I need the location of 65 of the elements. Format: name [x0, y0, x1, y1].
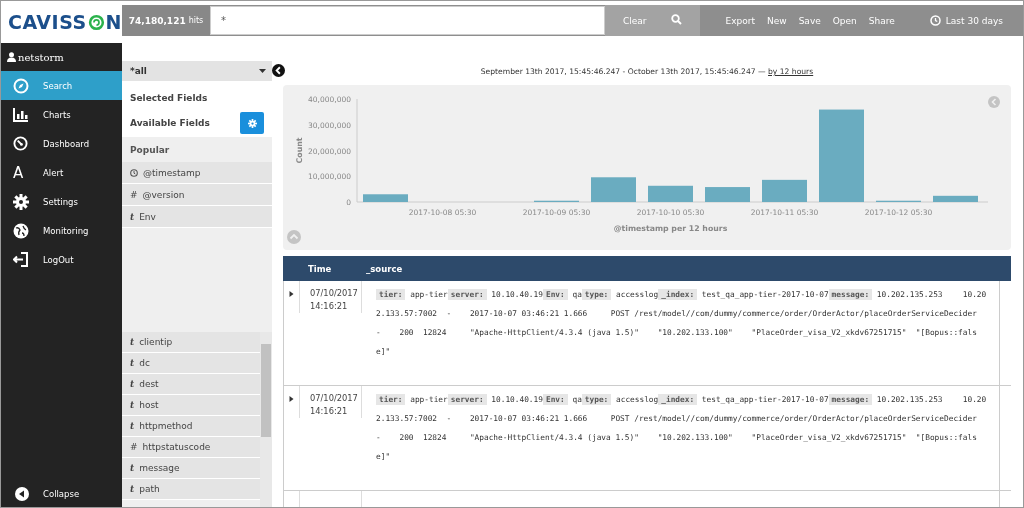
- user-name: netstorm: [18, 51, 64, 63]
- collapse-left-icon[interactable]: [272, 64, 285, 77]
- nav-item[interactable]: Dashboard: [1, 129, 122, 158]
- letter-a-icon: A: [13, 164, 24, 181]
- string-type-icon: t: [130, 211, 135, 222]
- nav-item[interactable]: Charts: [1, 100, 122, 129]
- bar: [762, 179, 807, 202]
- search-icon: [670, 14, 682, 25]
- number-type-icon: #: [130, 442, 138, 452]
- string-type-icon: t: [130, 484, 135, 494]
- index-pattern-dropdown[interactable]: *all: [122, 61, 272, 81]
- field-item[interactable]: t Env: [122, 206, 272, 228]
- nav-item[interactable]: A Alert: [1, 158, 122, 187]
- clock-icon: [929, 15, 941, 26]
- caret-right-icon[interactable]: [289, 396, 294, 402]
- caret-icon: [259, 69, 266, 73]
- caret-right-icon[interactable]: [289, 291, 294, 297]
- column-header: Time: [307, 263, 333, 274]
- nav-item[interactable]: Settings: [1, 187, 122, 216]
- gauge-icon: [13, 136, 28, 151]
- nav-item[interactable]: LogOut: [1, 245, 122, 274]
- settings-icon: [13, 193, 29, 210]
- string-type-icon: t: [130, 463, 135, 473]
- nav-item[interactable]: Monitoring: [1, 216, 122, 245]
- globe-icon: [13, 222, 29, 239]
- scrollbar[interactable]: [260, 332, 272, 507]
- field-item[interactable]: t httpmethod: [122, 416, 260, 437]
- time-cell: 07/10/2017 14:16:21: [299, 281, 362, 313]
- bar-chart-icon: [13, 107, 28, 122]
- hit-count: 74,180,121 hits: [122, 5, 210, 36]
- settings-icon: [247, 118, 257, 128]
- string-type-icon: t: [130, 337, 135, 347]
- string-type-icon: t: [130, 400, 135, 410]
- string-type-icon: t: [130, 379, 135, 389]
- bar: [933, 195, 978, 202]
- bar: [648, 185, 693, 202]
- collapse-button[interactable]: Collapse: [1, 487, 122, 507]
- time-cell: 07/10/2017 14:16:21: [299, 386, 362, 418]
- field-item[interactable]: t clientip: [122, 332, 260, 353]
- section-title: Available Fields: [130, 118, 210, 128]
- user-icon: [7, 52, 16, 62]
- field-item[interactable]: t message: [122, 458, 260, 479]
- bar: [591, 177, 636, 202]
- settings-button[interactable]: [240, 112, 264, 134]
- clock-icon: [130, 168, 138, 177]
- string-type-icon: t: [130, 421, 135, 431]
- bar: [705, 187, 750, 202]
- compass-icon: [13, 77, 29, 94]
- field-item[interactable]: t dc: [122, 353, 260, 374]
- ring-icon: [87, 12, 105, 32]
- column-header: _source: [365, 263, 404, 274]
- logout-icon: [13, 252, 29, 267]
- logo: CAVISS N: [1, 1, 122, 43]
- field-item[interactable]: # httpstatuscode: [122, 437, 260, 458]
- field-item[interactable]: t dest: [122, 374, 260, 395]
- string-type-icon: t: [130, 358, 135, 368]
- field-item[interactable]: # @version: [122, 184, 272, 206]
- field-item[interactable]: t path: [122, 479, 260, 500]
- search-field[interactable]: *: [210, 6, 605, 35]
- section-title: Popular: [129, 144, 171, 157]
- bar: [363, 194, 408, 202]
- field-item[interactable]: t host: [122, 395, 260, 416]
- field-item[interactable]: @timestamp: [122, 162, 272, 184]
- section-title: Selected Fields: [129, 92, 209, 105]
- number-type-icon: #: [130, 189, 138, 200]
